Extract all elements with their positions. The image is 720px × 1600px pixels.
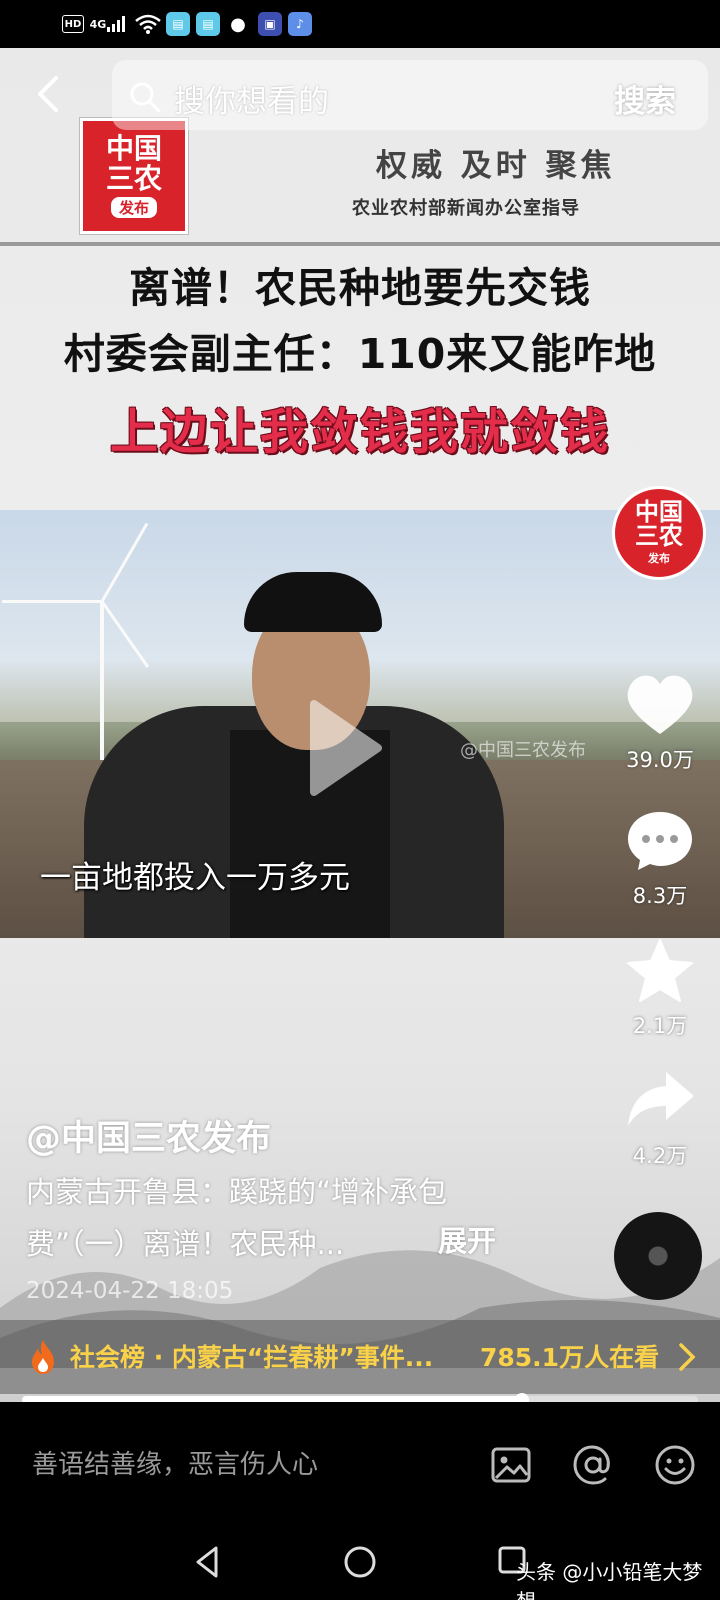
- logo-text-1: 中国: [105, 132, 162, 166]
- avatar-logo: 中国 三农 发布: [615, 489, 703, 577]
- music-disc-icon[interactable]: [614, 1212, 702, 1300]
- comment-icon: [628, 812, 692, 870]
- book-app-icon: ▤: [196, 12, 220, 36]
- back-button[interactable]: [28, 72, 72, 116]
- trending-banner[interactable]: 社会榜 · 内蒙古“拦春耕”事件... 785.1万人在看: [0, 1320, 720, 1394]
- banner-slogan: 权威 及时 聚焦: [376, 148, 616, 184]
- favorite-count: 2.1万: [632, 1014, 688, 1038]
- play-icon[interactable]: [306, 698, 384, 798]
- emoji-icon[interactable]: [652, 1442, 698, 1488]
- tieba-icon: ▣: [258, 12, 282, 36]
- search-button[interactable]: 搜索: [614, 76, 676, 121]
- comment-button[interactable]: 8.3万: [606, 808, 714, 910]
- share-button[interactable]: 4.2万: [606, 1068, 714, 1170]
- share-arrow-icon: [628, 1072, 694, 1126]
- wechat-icon: ●: [230, 13, 246, 35]
- search-icon: [130, 82, 161, 113]
- comment-count: 8.3万: [632, 884, 688, 908]
- fire-icon: [32, 1340, 54, 1374]
- headline-line-3: 上边让我敛钱我就敛钱: [109, 404, 610, 460]
- signal-icon: 4G: [88, 12, 128, 36]
- system-navigation-bar: 头条 @小小铅笔大梦想: [0, 1526, 720, 1600]
- favorite-button[interactable]: 2.1万: [606, 938, 714, 1040]
- image-icon[interactable]: [488, 1442, 534, 1488]
- hd-indicator: HD: [62, 15, 84, 33]
- heart-icon: [627, 675, 693, 734]
- wind-turbine: [100, 600, 104, 760]
- turbine-blade: [100, 522, 149, 603]
- banner-subtitle: 农业农村部新闻办公室指导: [352, 198, 580, 219]
- description-line-1: 内蒙古开鲁县：蹊跷的“增补承包: [26, 1175, 448, 1209]
- logo-text-3: 发布: [110, 196, 157, 218]
- avatar-text-3: 发布: [648, 552, 670, 565]
- trending-topic: 社会榜 · 内蒙古“拦春耕”事件...: [70, 1343, 434, 1372]
- top-navigation: 搜你想看的 搜索: [0, 48, 720, 138]
- publish-date: 2024-04-22 18:05: [26, 1278, 234, 1304]
- viewer-count: 785.1万人在看: [480, 1343, 660, 1372]
- avatar-text-2: 三农: [635, 521, 683, 550]
- chevron-right-icon: [679, 1343, 696, 1371]
- wifi-icon: [134, 12, 162, 36]
- headline-line-1: 离谱！农民种地要先交钱: [129, 264, 591, 312]
- comment-input[interactable]: 善语结善缘，恶言伤人心: [32, 1444, 318, 1481]
- author-name[interactable]: @中国三农发布: [26, 1110, 271, 1161]
- search-input[interactable]: 搜你想看的: [174, 76, 329, 121]
- author-avatar[interactable]: 中国 三农 发布: [612, 486, 706, 580]
- source-watermark: 头条 @小小铅笔大梦想: [516, 1560, 703, 1600]
- headline-line-2: 村委会副主任：110来又能咋地: [63, 330, 657, 378]
- nav-home-icon[interactable]: [340, 1542, 380, 1582]
- like-button[interactable]: 39.0万: [606, 672, 714, 774]
- mention-icon[interactable]: [570, 1442, 616, 1488]
- share-count: 4.2万: [632, 1144, 688, 1168]
- expand-button[interactable]: 展开: [438, 1218, 496, 1260]
- chevron-left-icon: [38, 76, 58, 112]
- comment-bar: 善语结善缘，恶言伤人心: [0, 1402, 720, 1526]
- nav-back-icon[interactable]: [188, 1542, 228, 1582]
- network-type: 4G: [89, 17, 107, 31]
- logo-text-2: 三农: [105, 161, 162, 195]
- signal-bars-icon: [107, 16, 126, 32]
- turbine-blade: [100, 600, 150, 668]
- person-cap: [244, 572, 382, 632]
- book-app-icon: ▤: [166, 12, 190, 36]
- video-subtitle: 一亩地都投入一万多元: [40, 860, 350, 896]
- star-icon: [627, 939, 693, 1002]
- like-count: 39.0万: [626, 748, 694, 772]
- status-bar: HD 4G ▤ ▤ ● ▣ ♪: [0, 0, 720, 48]
- turbine-blade: [2, 600, 102, 603]
- video-watermark: @中国三农发布: [460, 740, 586, 761]
- music-app-icon: ♪: [288, 12, 312, 36]
